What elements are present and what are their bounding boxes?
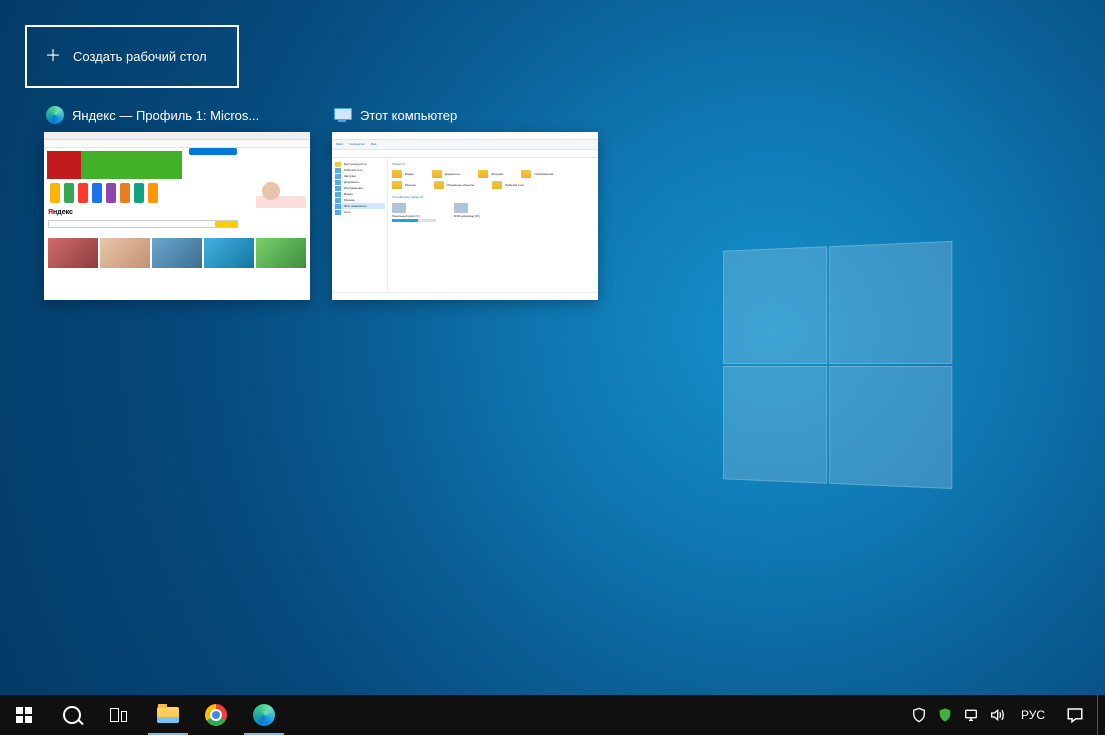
security-icon [911,707,927,723]
window-thumb-preview: Файл Компьютер Вид Быстрый доступ Рабочи… [332,132,598,300]
taskbar-app-chrome[interactable] [192,695,240,735]
taskview-button[interactable] [96,695,144,735]
window-thumb-edge[interactable]: Яндекс — Профиль 1: Micros... Яндекс [44,104,310,300]
new-desktop-button[interactable]: ＋ Создать рабочий стол [25,25,239,88]
taskbar-app-explorer[interactable] [144,695,192,735]
edge-icon [46,106,64,124]
language-indicator[interactable]: РУС [1013,708,1053,722]
window-thumb-header: Этот компьютер [332,104,598,126]
taskbar: РУС [0,695,1105,735]
window-thumb-header: Яндекс — Профиль 1: Micros... [44,104,310,126]
search-icon [63,706,81,724]
taskbar-app-edge[interactable] [240,695,288,735]
pc-icon [334,106,352,124]
security-green-icon [937,707,953,723]
system-tray[interactable] [903,707,1013,723]
task-view-windows: Яндекс — Профиль 1: Micros... Яндекс Это… [44,104,598,300]
window-thumb-title: Яндекс — Профиль 1: Micros... [72,108,259,123]
windows-logo [723,241,954,489]
taskview-icon [110,708,130,722]
plus-icon: ＋ [45,49,61,65]
taskbar-right: РУС [903,695,1105,735]
window-thumb-title: Этот компьютер [360,108,457,123]
network-icon [963,707,979,723]
edge-icon [253,704,275,726]
show-desktop-button[interactable] [1097,695,1103,735]
action-center-button[interactable] [1053,695,1097,735]
window-thumb-preview: Яндекс [44,132,310,300]
notifications-icon [1066,706,1084,724]
volume-icon [989,707,1005,723]
chrome-icon [205,704,227,726]
start-button[interactable] [0,695,48,735]
search-button[interactable] [48,695,96,735]
window-thumb-explorer[interactable]: Этот компьютер Файл Компьютер Вид Быстры… [332,104,598,300]
windows-icon [16,707,32,723]
file-explorer-icon [157,707,179,723]
task-view-overlay: ＋ Создать рабочий стол Яндекс — Профиль … [0,0,1105,735]
taskbar-left [0,695,288,735]
new-desktop-label: Создать рабочий стол [73,49,207,64]
